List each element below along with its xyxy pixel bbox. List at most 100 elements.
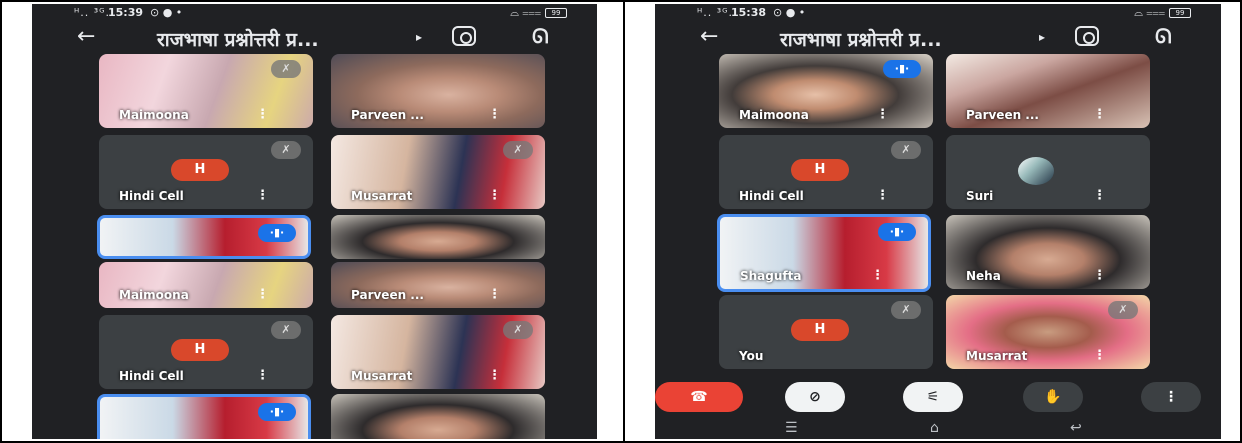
participant-tile[interactable] [331, 215, 545, 259]
mic-off-icon: ✗ [271, 60, 301, 78]
more-options-icon[interactable]: ⋮ [488, 107, 501, 122]
mic-off-icon: ✗ [891, 301, 921, 319]
mic-off-icon: ✗ [271, 141, 301, 159]
more-options-icon[interactable]: ⋮ [1093, 188, 1106, 203]
more-options-icon[interactable]: ⋮ [488, 368, 501, 383]
participant-tile[interactable]: Parveen ... ⋮ [331, 262, 545, 308]
nav-back-icon[interactable]: ↩ [1070, 420, 1082, 436]
clock: 15:39 [108, 6, 144, 19]
avatar: H [171, 339, 229, 361]
more-options-icon[interactable]: ⋮ [1093, 268, 1106, 283]
meeting-header: ← राजभाषा प्रश्नोत्तरी प्र... ▸ ᘏ [32, 22, 597, 54]
notification-icons: ⊙ ● • [150, 6, 183, 19]
participant-tile[interactable] [331, 394, 545, 439]
avatar: H [791, 159, 849, 181]
participant-tile[interactable]: ✗ Musarrat ⋮ [331, 135, 545, 209]
participant-tile[interactable]: ✗ H Hindi Cell ⋮ [99, 135, 313, 209]
meeting-title[interactable]: राजभाषा प्रश्नोत्तरी प्र... [157, 26, 319, 52]
caret-right-icon[interactable]: ▸ [1039, 30, 1045, 44]
avatar: H [171, 159, 229, 181]
participant-name: Parveen ... [351, 108, 424, 122]
battery-icon: 99 [545, 8, 567, 18]
home-icon[interactable]: ⌂ [930, 420, 939, 436]
more-options-icon[interactable]: ⋮ [256, 287, 269, 302]
audio-output-icon[interactable]: ᘏ [532, 24, 549, 48]
more-options-icon[interactable]: ⋮ [256, 368, 269, 383]
participant-tile[interactable]: Maimoona ⋮ [99, 262, 313, 308]
participant-tile[interactable]: ✗ H Hindi Cell ⋮ [719, 135, 933, 209]
mic-off-icon: ✗ [503, 321, 533, 339]
mic-off-icon: ✗ [271, 321, 301, 339]
wifi-icon: ⌓ ⩶ [510, 6, 541, 19]
status-bar: ᴴ.. ³ᴳ.. 15:38 ⊙ ● • ⌓ ⩶ 99 [655, 4, 1221, 22]
participant-name: Suri [966, 189, 994, 203]
participant-name: Parveen ... [966, 108, 1039, 122]
speaking-indicator-icon: ·▮· [258, 403, 296, 421]
participant-name: Hindi Cell [119, 189, 184, 203]
participant-tile[interactable]: Suri ⋮ [946, 135, 1150, 209]
left-screenshot: ᴴ.. ³ᴳ.. 15:39 ⊙ ● • ⌓ ⩶ 99 ← राजभाषा प्र… [0, 0, 625, 443]
wifi-icon: ⌓ ⩶ [1134, 6, 1165, 19]
speaking-indicator-icon: ·▮· [883, 60, 921, 78]
switch-camera-icon[interactable] [452, 26, 476, 46]
avatar [1018, 157, 1054, 185]
more-options-icon[interactable]: ⋮ [876, 188, 889, 203]
participant-name: Shagufta [740, 269, 802, 283]
meeting-header: ← राजभाषा प्रश्नोत्तरी प्र... ▸ ᘏ [655, 22, 1221, 54]
more-options-icon[interactable]: ⋮ [876, 107, 889, 122]
camera-off-button[interactable]: ⊘ [785, 382, 845, 412]
mic-off-button[interactable]: ⚟ [903, 382, 963, 412]
participant-tile-speaking[interactable]: ·▮· [97, 394, 311, 439]
participant-tile[interactable]: ·▮· Maimoona ⋮ [719, 54, 933, 128]
participant-name: You [739, 349, 764, 363]
participant-tile-self[interactable]: ✗ H You [719, 295, 933, 369]
participant-name: Musarrat [351, 369, 413, 383]
participant-tile[interactable]: Neha ⋮ [946, 215, 1150, 289]
more-options-button[interactable]: ⋮ [1141, 382, 1201, 412]
avatar: H [791, 319, 849, 341]
back-arrow-icon[interactable]: ← [77, 24, 95, 49]
participant-name: Maimoona [119, 108, 189, 122]
participant-name: Maimoona [739, 108, 809, 122]
participant-tile[interactable]: Parveen ... ⋮ [331, 54, 545, 128]
battery-icon: 99 [1169, 8, 1191, 18]
participant-tile[interactable]: ✗ Musarrat ⋮ [331, 315, 545, 389]
mic-off-icon: ✗ [1108, 301, 1138, 319]
more-options-icon[interactable]: ⋮ [1093, 348, 1106, 363]
switch-camera-icon[interactable] [1075, 26, 1099, 46]
call-controls: ☎ ⊘ ⚟ ✋ ⋮ [655, 376, 1221, 418]
mic-off-icon: ✗ [503, 141, 533, 159]
android-nav-bar: ☰ ⌂ ↩ [655, 418, 1221, 439]
recents-icon[interactable]: ☰ [785, 420, 798, 436]
participant-tile[interactable]: Parveen ... ⋮ [946, 54, 1150, 128]
back-arrow-icon[interactable]: ← [700, 24, 718, 49]
more-options-icon[interactable]: ⋮ [256, 188, 269, 203]
system-icons: ⌓ ⩶ 99 [510, 6, 567, 20]
more-options-icon[interactable]: ⋮ [488, 188, 501, 203]
caret-right-icon[interactable]: ▸ [416, 30, 422, 44]
meeting-title[interactable]: राजभाषा प्रश्नोत्तरी प्र... [780, 26, 942, 52]
participant-tile[interactable]: ✗ Musarrat ⋮ [946, 295, 1150, 369]
speaking-indicator-icon: ·▮· [878, 223, 916, 241]
participant-name: Hindi Cell [119, 369, 184, 383]
more-options-icon[interactable]: ⋮ [488, 287, 501, 302]
speaking-indicator-icon: ·▮· [258, 224, 296, 242]
participant-tile-speaking[interactable]: ·▮· Shagufta ⋮ [717, 214, 931, 292]
raise-hand-button[interactable]: ✋ [1023, 382, 1083, 412]
more-options-icon[interactable]: ⋮ [256, 107, 269, 122]
audio-output-icon[interactable]: ᘏ [1155, 24, 1172, 48]
right-screenshot: ᴴ.. ³ᴳ.. 15:38 ⊙ ● • ⌓ ⩶ 99 ← राजभाषा प्र… [623, 0, 1242, 443]
more-options-icon[interactable]: ⋮ [871, 268, 884, 283]
status-bar: ᴴ.. ³ᴳ.. 15:39 ⊙ ● • ⌓ ⩶ 99 [32, 4, 597, 22]
participant-name: Musarrat [966, 349, 1028, 363]
participant-tile-speaking[interactable]: ·▮· [97, 215, 311, 259]
more-options-icon[interactable]: ⋮ [1093, 107, 1106, 122]
participant-name: Parveen ... [351, 288, 424, 302]
participant-tile[interactable]: ✗ H Hindi Cell ⋮ [99, 315, 313, 389]
participant-name: Neha [966, 269, 1001, 283]
end-call-button[interactable]: ☎ [655, 382, 743, 412]
participant-tile[interactable]: ✗ Maimoona ⋮ [99, 54, 313, 128]
notification-icons: ⊙ ● • [773, 6, 806, 19]
system-icons: ⌓ ⩶ 99 [1134, 6, 1191, 20]
participant-name: Musarrat [351, 189, 413, 203]
